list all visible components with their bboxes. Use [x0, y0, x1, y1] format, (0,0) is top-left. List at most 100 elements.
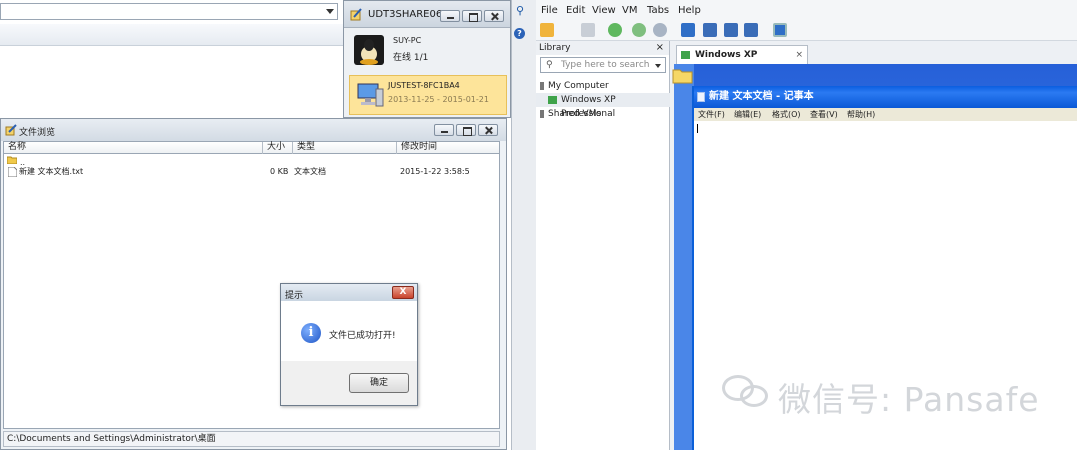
search-icon[interactable]: ⚲: [516, 4, 524, 17]
tree-item-my-computer[interactable]: My Computer: [536, 79, 670, 93]
notepad-menu-view[interactable]: 查看(V): [810, 108, 838, 121]
shared-icon: [540, 110, 544, 118]
thumbnail-icon[interactable]: [703, 23, 717, 37]
text-file-icon: [8, 167, 17, 177]
notepad-icon: [697, 92, 705, 102]
column-size[interactable]: 大小: [263, 142, 293, 154]
help-icon[interactable]: ?: [514, 28, 525, 39]
address-combo[interactable]: [0, 3, 338, 20]
menu-file[interactable]: File: [541, 5, 558, 16]
search-placeholder: Type here to search: [561, 60, 650, 70]
ok-button[interactable]: 确定: [349, 373, 409, 393]
panel-titlebar: UDT3SHARE063...: [344, 1, 510, 28]
vm-tabbar: Windows XP Professional ×: [674, 41, 1077, 78]
file-size: 0 KB: [270, 167, 289, 176]
close-button[interactable]: [484, 10, 504, 22]
tree-item-windows-xp[interactable]: Windows XP Professional: [536, 93, 670, 119]
notepad-menu-help[interactable]: 帮助(H): [847, 108, 875, 121]
column-type[interactable]: 类型: [293, 142, 397, 154]
notepad-title: 新建 文本文档 - 记事本: [709, 91, 814, 102]
text-caret: [697, 124, 698, 133]
vm-running-icon: [548, 96, 557, 104]
close-button[interactable]: [478, 124, 498, 136]
file-name: 新建 文本文档.txt: [19, 167, 84, 176]
menu-tabs[interactable]: Tabs: [647, 5, 669, 16]
power-icon[interactable]: [540, 23, 554, 37]
host-date-range: 2013-11-25 - 2015-01-21: [388, 95, 489, 104]
host-name: SUY-PC: [393, 36, 422, 45]
tab-close-icon[interactable]: ×: [795, 46, 803, 64]
linux-avatar-icon: [354, 35, 384, 65]
folder-icon[interactable]: [672, 66, 694, 84]
watermark: 微信号: Pansafe: [722, 373, 1040, 421]
chevron-down-icon[interactable]: [326, 9, 334, 14]
minimize-button[interactable]: [440, 10, 460, 22]
background-toolbar: [0, 24, 345, 46]
file-type: 文本文档: [294, 167, 326, 176]
column-name[interactable]: 名称: [4, 142, 263, 154]
snapshot-icon[interactable]: [608, 23, 622, 37]
dialog-body: i 文件已成功打开!: [281, 301, 417, 361]
fullscreen-icon[interactable]: [724, 23, 738, 37]
folder-up-icon: [7, 156, 17, 164]
vm-running-icon: [681, 51, 690, 59]
menu-view[interactable]: View: [592, 5, 616, 16]
dialog-message: 文件已成功打开!: [329, 331, 396, 341]
side-strip: ⚲ ?: [511, 0, 536, 450]
desktop-icons-column: [672, 64, 694, 450]
maximize-button[interactable]: [462, 10, 482, 22]
file-browser-title: 文件浏览: [19, 128, 56, 138]
column-modified[interactable]: 修改时间: [397, 142, 501, 154]
notepad-menu-format[interactable]: 格式(O): [772, 108, 801, 121]
notepad-titlebar: 新建 文本文档 - 记事本: [694, 86, 1077, 108]
notepad-menu-bar: 文件(F) 编辑(E) 格式(O) 查看(V) 帮助(H): [694, 108, 1077, 121]
snapshot-manager-icon[interactable]: [653, 23, 667, 37]
message-dialog: 提示 X i 文件已成功打开! 确定: [280, 283, 418, 406]
notepad-menu-edit[interactable]: 编辑(E): [734, 108, 761, 121]
chevron-down-icon[interactable]: [655, 64, 661, 68]
info-icon: i: [301, 323, 321, 343]
library-title: Library: [539, 43, 571, 53]
minimize-button[interactable]: [434, 124, 454, 136]
library-view-icon[interactable]: [681, 23, 695, 37]
host-status: 在线 1/1: [393, 53, 429, 63]
watermark-text: 微信号: Pansafe: [778, 380, 1040, 419]
tree-item-label: Shared VMs: [548, 109, 602, 119]
revert-icon[interactable]: [632, 23, 646, 37]
menu-help[interactable]: Help: [678, 5, 701, 16]
file-list: 名称 大小 类型 修改时间 .. 新建 文本文档.txt 0 KB 文本文档 2…: [3, 141, 500, 429]
remote-host-panel: UDT3SHARE063... SUY-PC 在线 1/1 JUSTEST-8F…: [343, 0, 511, 118]
status-bar-path: C:\Documents and Settings\Administrator\…: [3, 431, 500, 447]
console-view-icon[interactable]: [773, 23, 787, 37]
library-close-button[interactable]: ×: [656, 41, 664, 55]
file-modified: 2015-1-22 3:58:5: [400, 167, 470, 176]
notepad-menu-file[interactable]: 文件(F): [698, 108, 725, 121]
library-header: Library ×: [536, 41, 669, 55]
library-tree: My Computer Windows XP Professional Shar…: [536, 79, 670, 121]
menu-vm[interactable]: VM: [622, 5, 637, 16]
menu-bar: File Edit View VM Tabs Help: [536, 0, 1077, 20]
library-search-input[interactable]: ⚲ Type here to search: [540, 57, 666, 73]
host-item[interactable]: SUY-PC 在线 1/1: [349, 31, 507, 71]
library-pane: Library × ⚲ Type here to search My Compu…: [536, 41, 670, 450]
file-list-header: 名称 大小 类型 修改时间: [4, 142, 499, 154]
wechat-logo-icon: [722, 373, 772, 407]
tab-windows-xp[interactable]: Windows XP Professional ×: [676, 45, 808, 78]
app-icon: [350, 8, 362, 21]
dialog-title: 提示: [285, 291, 304, 301]
computer-icon: [357, 83, 384, 107]
computer-icon: [540, 82, 544, 90]
dialog-titlebar: 提示 X: [281, 284, 417, 301]
menu-edit[interactable]: Edit: [566, 5, 585, 16]
host-item-selected[interactable]: JUSTEST-8FC1BA4 2013-11-25 - 2015-01-21: [349, 75, 507, 115]
table-row[interactable]: ..: [4, 154, 499, 167]
dialog-close-button[interactable]: X: [392, 286, 414, 299]
send-keys-icon[interactable]: [581, 23, 595, 37]
table-row[interactable]: 新建 文本文档.txt 0 KB 文本文档 2015-1-22 3:58:5: [4, 166, 499, 178]
file-browser-titlebar: 文件浏览: [1, 119, 506, 141]
maximize-button[interactable]: [456, 124, 476, 136]
tree-item-label: My Computer: [548, 81, 609, 91]
unity-icon[interactable]: [744, 23, 758, 37]
file-browser-window: 文件浏览 名称 大小 类型 修改时间 .. 新建 文本文档.txt 0 KB 文…: [0, 118, 507, 450]
tree-item-shared-vms[interactable]: Shared VMs: [536, 107, 670, 121]
